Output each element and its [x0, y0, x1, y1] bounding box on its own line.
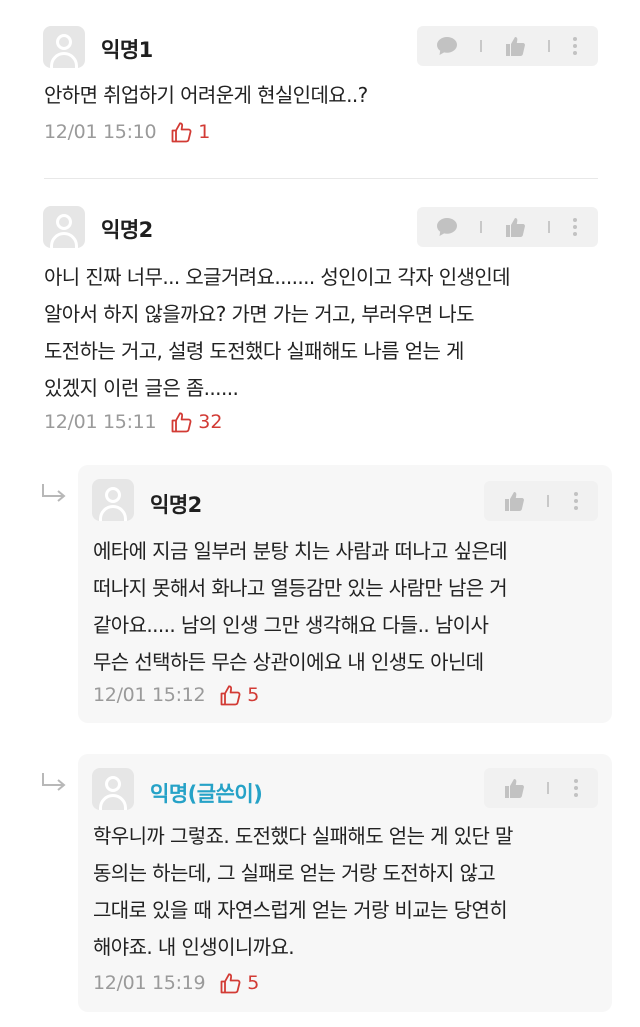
text-line: 안하면 취업하기 어려운게 현실인데요..? [44, 83, 368, 107]
thumbs-up-icon [506, 218, 525, 237]
like-button[interactable] [493, 26, 537, 66]
more-button[interactable] [557, 207, 593, 247]
comment-actions [417, 26, 598, 66]
text-line: 같아요..... 남의 인생 그만 생각해요 다들.. 남이사 [93, 613, 489, 637]
text-line: 에타에 지금 일부러 분탕 치는 사람과 떠나고 싶은데 [93, 539, 508, 563]
text-line: 알아서 하지 않을까요? 가면 가는 거고, 부러우면 나도 [44, 302, 474, 326]
like-button[interactable] [492, 481, 536, 521]
comment-text: 아니 진짜 너무... 오글거려요....... 성인이고 각자 인생인데 알아… [44, 259, 511, 407]
reply-arrow-icon [42, 773, 66, 791]
timestamp: 12/01 15:19 [93, 972, 206, 994]
comment-item: 익명2 아니 진짜 너무... 오글거려요....... 성인이고 각자 인생인… [0, 180, 640, 460]
more-vertical-icon [574, 492, 578, 510]
user-avatar-icon [43, 206, 85, 248]
thumbs-up-outline-icon [171, 412, 192, 433]
user-avatar-icon [43, 26, 85, 68]
text-line: 떠나지 못해서 화나고 열등감만 있는 사람만 남은 거 [93, 576, 508, 600]
reply-author-op: 익명(글쓴이) [150, 782, 263, 806]
like-count-badge: 5 [219, 684, 259, 706]
reply-meta: 12/01 15:19 5 [93, 968, 259, 998]
thumbs-up-icon [506, 37, 525, 56]
user-avatar-icon [92, 768, 134, 810]
text-line: 동의는 하는데, 그 실패로 얻는 거랑 도전하지 않고 [93, 861, 496, 885]
thumbs-up-outline-icon [171, 122, 192, 143]
thumbs-up-outline-icon [220, 973, 241, 994]
text-line: 그대로 있을 때 자연스럽게 얻는 거랑 비교는 당연히 [93, 898, 508, 922]
comment-meta: 12/01 15:11 32 [44, 407, 222, 437]
comment-divider [44, 178, 598, 179]
reply-arrow-icon [42, 484, 66, 502]
reply-item: 익명2 에타에 지금 일부러 분탕 치는 사람과 떠나고 싶은데 떠나지 못해서… [78, 465, 612, 723]
timestamp: 12/01 15:11 [44, 411, 157, 433]
text-line: 해야죠. 내 인생이니까요. [93, 935, 295, 959]
reply-text: 에타에 지금 일부러 분탕 치는 사람과 떠나고 싶은데 떠나지 못해서 화나고… [93, 533, 508, 681]
more-button[interactable] [558, 481, 594, 521]
reply-item: 익명(글쓴이) 학우니까 그렇죠. 도전했다 실패해도 얻는 게 있단 말 동의… [78, 754, 612, 1012]
more-vertical-icon [573, 218, 577, 236]
comment-text: 안하면 취업하기 어려운게 현실인데요..? [44, 77, 368, 114]
comment-meta: 12/01 15:10 1 [44, 117, 210, 147]
more-button[interactable] [557, 26, 593, 66]
text-line: 도전하는 거고, 설령 도전했다 실패해도 나름 얻는 게 [44, 339, 464, 363]
text-line: 아니 진짜 너무... 오글거려요....... 성인이고 각자 인생인데 [44, 265, 511, 289]
like-count: 1 [198, 121, 211, 143]
reply-author: 익명2 [150, 493, 202, 517]
reply-button[interactable] [425, 26, 469, 66]
like-count-badge: 32 [170, 411, 222, 433]
more-vertical-icon [573, 37, 577, 55]
thumbs-up-outline-icon [220, 685, 241, 706]
timestamp: 12/01 15:12 [93, 684, 206, 706]
more-vertical-icon [574, 779, 578, 797]
speech-bubble-icon [437, 218, 457, 236]
like-button[interactable] [492, 768, 536, 808]
thumbs-up-icon [505, 779, 524, 798]
comment-author: 익명1 [101, 38, 153, 62]
timestamp: 12/01 15:10 [44, 121, 157, 143]
like-button[interactable] [493, 207, 537, 247]
speech-bubble-icon [437, 37, 457, 55]
text-line: 있겠지 이런 글은 좀...... [44, 376, 239, 400]
more-button[interactable] [558, 768, 594, 808]
like-count: 5 [247, 972, 260, 994]
reply-button[interactable] [425, 207, 469, 247]
thumbs-up-icon [505, 492, 524, 511]
reply-actions [484, 768, 598, 808]
reply-text: 학우니까 그렇죠. 도전했다 실패해도 얻는 게 있단 말 동의는 하는데, 그… [93, 818, 513, 966]
like-count: 5 [247, 684, 260, 706]
user-avatar-icon [92, 479, 134, 521]
like-count-badge: 5 [219, 972, 259, 994]
reply-actions [484, 481, 598, 521]
reply-meta: 12/01 15:12 5 [93, 680, 259, 710]
comment-author: 익명2 [101, 218, 153, 242]
text-line: 무슨 선택하든 무슨 상관이에요 내 인생도 아닌데 [93, 650, 484, 674]
text-line: 학우니까 그렇죠. 도전했다 실패해도 얻는 게 있단 말 [93, 824, 513, 848]
like-count: 32 [198, 411, 223, 433]
like-count-badge: 1 [170, 121, 210, 143]
comment-actions [417, 207, 598, 247]
comment-item: 익명1 안하면 취업하기 어려운게 현실인데요..? 12/01 15:10 1 [0, 0, 640, 175]
